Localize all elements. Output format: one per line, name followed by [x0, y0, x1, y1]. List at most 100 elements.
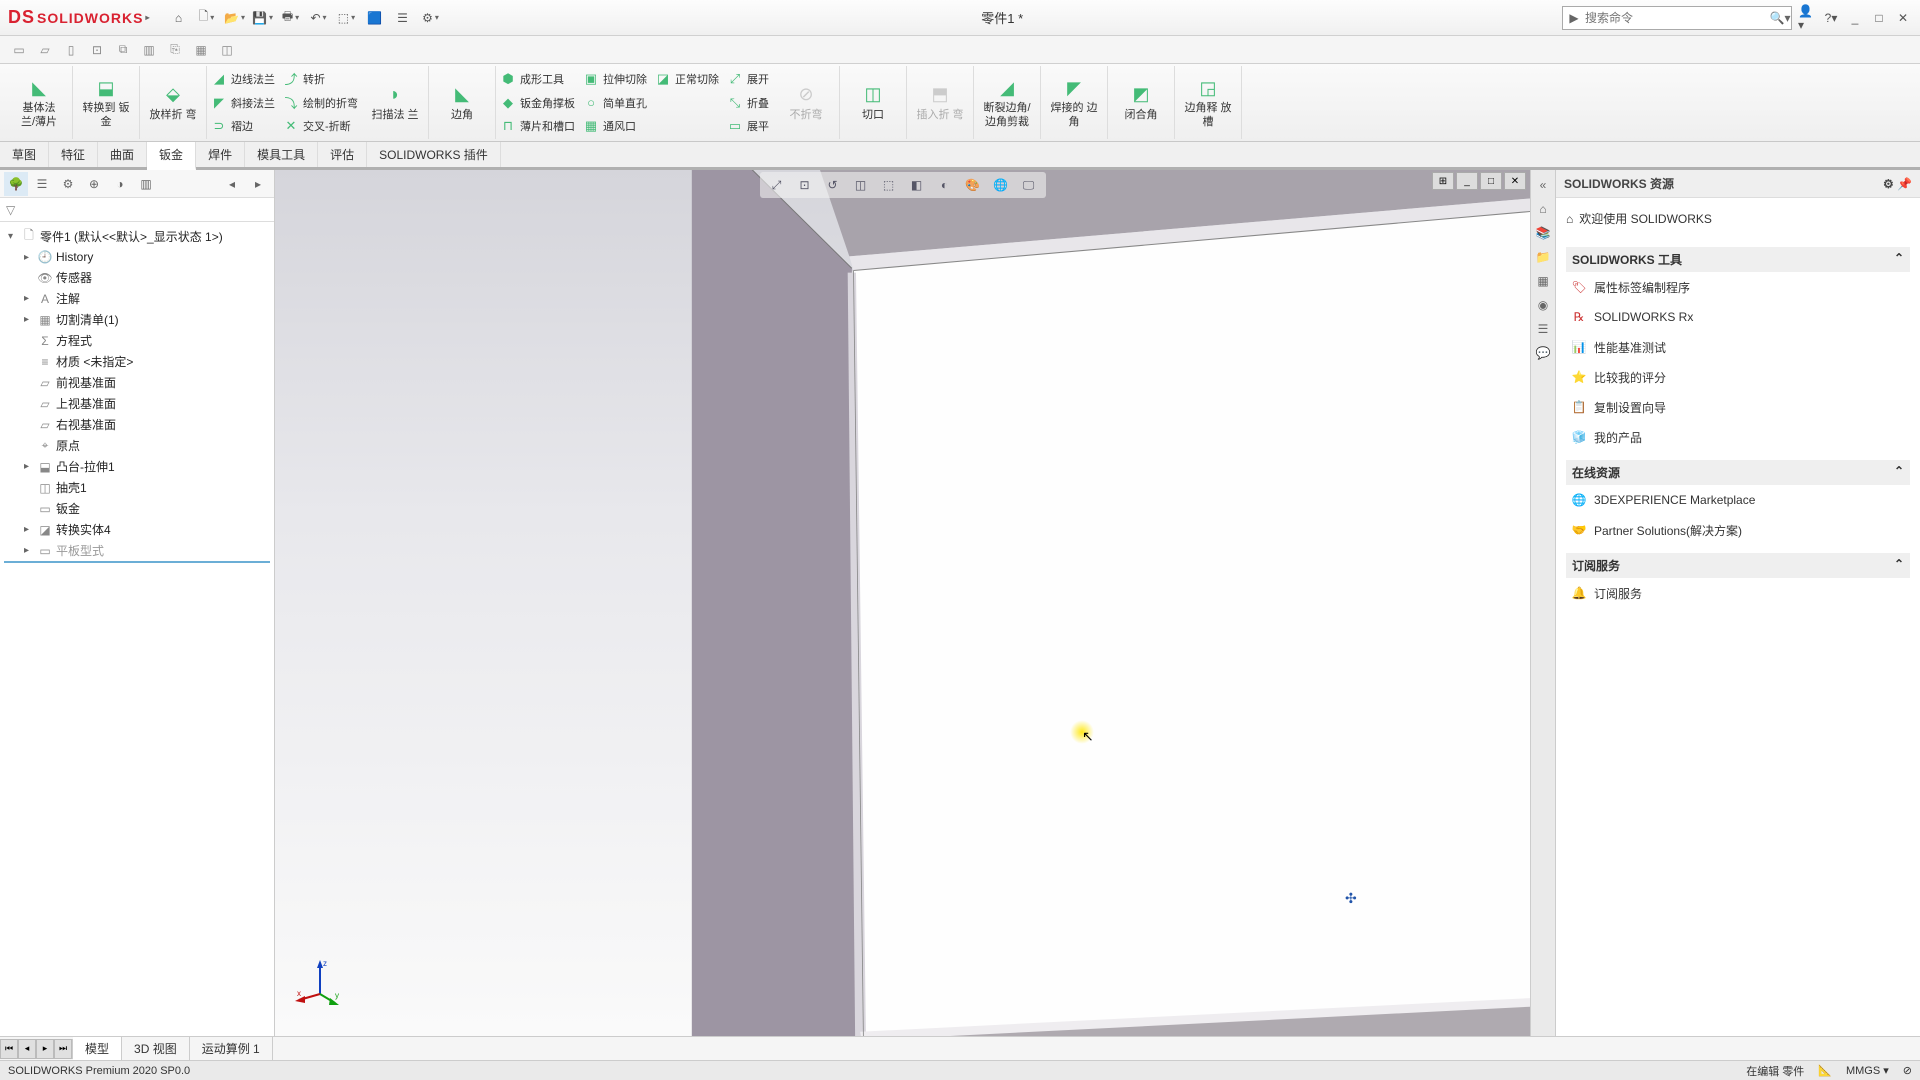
fm-next-icon[interactable]: ▸ — [246, 172, 270, 196]
tree-item-annotations[interactable]: ▸A注解 — [4, 288, 270, 309]
link-rx[interactable]: ℞SOLIDWORKS Rx — [1566, 302, 1910, 332]
tree-item-sensors[interactable]: 👁传感器 — [4, 267, 270, 288]
cross-break-button[interactable]: ✕交叉-折断 — [283, 115, 358, 137]
hem-button[interactable]: ⊃褶边 — [211, 115, 275, 137]
link-copy-settings[interactable]: 📋复制设置向导 — [1566, 392, 1910, 422]
user-icon[interactable]: 👤▾ — [1798, 9, 1816, 27]
link-subscription[interactable]: 🔔订阅服务 — [1566, 578, 1910, 608]
print-icon[interactable]: 🖶▾ — [278, 6, 302, 30]
view-orientation-icon[interactable]: ⬚ — [878, 174, 900, 196]
tree-item-extrude1[interactable]: ▸⬓凸台-拉伸1 — [4, 456, 270, 477]
zoom-area-icon[interactable]: ⊡ — [794, 174, 816, 196]
viewport-min-button[interactable]: _ — [1456, 172, 1478, 190]
minimize-button[interactable]: _ — [1846, 9, 1864, 27]
taskpane-gear-icon[interactable]: ⚙ — [1883, 177, 1894, 191]
save-icon[interactable]: 💾▾ — [250, 6, 274, 30]
normal-cut-button[interactable]: ◪正常切除 — [655, 68, 719, 90]
zoom-fit-icon[interactable]: ⤢ — [766, 174, 788, 196]
corner-relief-button[interactable]: ◲边角释 放槽 — [1181, 74, 1235, 130]
link-compare-score[interactable]: ⭐比较我的评分 — [1566, 362, 1910, 392]
bt-first-icon[interactable]: ⏮ — [0, 1039, 18, 1059]
apply-scene-icon[interactable]: 🌐 — [990, 174, 1012, 196]
display-style-icon[interactable]: ◧ — [906, 174, 928, 196]
tp-view-palette-icon[interactable]: ▦ — [1532, 270, 1554, 292]
hide-show-icon[interactable]: ◐ — [934, 174, 956, 196]
edge-flange-button[interactable]: ◢边线法兰 — [211, 68, 275, 90]
close-button[interactable]: ✕ — [1894, 9, 1912, 27]
tp-custom-props-icon[interactable]: ☰ — [1532, 318, 1554, 340]
tp-design-library-icon[interactable]: 📚 — [1532, 222, 1554, 244]
fm-tab-dimxpert-icon[interactable]: ⊕ — [82, 172, 106, 196]
tree-item-equations[interactable]: Σ方程式 — [4, 330, 270, 351]
search-icon[interactable]: 🔍▾ — [1769, 11, 1791, 25]
tab-addins[interactable]: SOLIDWORKS 插件 — [367, 142, 501, 167]
lofted-bend-button[interactable]: ⬙放样折 弯 — [146, 81, 200, 124]
forming-tool-button[interactable]: ⬢成形工具 — [500, 68, 575, 90]
fm-tab-more-icon[interactable]: ▥ — [134, 172, 158, 196]
link-benchmark[interactable]: 📊性能基准测试 — [1566, 332, 1910, 362]
tree-item-front-plane[interactable]: ▱前视基准面 — [4, 372, 270, 393]
fm-prev-icon[interactable]: ◂ — [220, 172, 244, 196]
section-view-icon[interactable]: ◫ — [850, 174, 872, 196]
q2-icon-9[interactable]: ◫ — [216, 39, 238, 61]
jog-button[interactable]: ⤴转折 — [283, 68, 358, 90]
q2-icon-3[interactable]: ▯ — [60, 39, 82, 61]
link-marketplace[interactable]: 🌐3DEXPERIENCE Marketplace — [1566, 485, 1910, 515]
tree-item-sheetmetal[interactable]: ▭钣金 — [4, 498, 270, 519]
help-icon[interactable]: ?▾ — [1822, 9, 1840, 27]
unfold-button[interactable]: ⤢展开 — [727, 68, 769, 90]
open-file-icon[interactable]: 📂▾ — [222, 6, 246, 30]
status-icon-end[interactable]: ⊘ — [1903, 1064, 1912, 1077]
tree-root[interactable]: ▾🗋零件1 (默认<<默认>_显示状态 1>) — [4, 226, 270, 247]
q2-icon-8[interactable]: ▦ — [190, 39, 212, 61]
fm-tab-tree-icon[interactable]: 🌳 — [4, 172, 28, 196]
q2-icon-1[interactable]: ▭ — [8, 39, 30, 61]
fm-tab-property-icon[interactable]: ☰ — [30, 172, 54, 196]
welded-corner-button[interactable]: ◤焊接的 边角 — [1047, 74, 1101, 130]
tab-sketch[interactable]: 草图 — [0, 142, 49, 167]
tab-surfaces[interactable]: 曲面 — [98, 142, 147, 167]
bottom-tab-motion[interactable]: 运动算例 1 — [190, 1037, 273, 1060]
bt-next-icon[interactable]: ▸ — [36, 1039, 54, 1059]
tp-home-icon[interactable]: ⌂ — [1532, 198, 1554, 220]
q2-icon-6[interactable]: ▥ — [138, 39, 160, 61]
tp-forum-icon[interactable]: 💬 — [1532, 342, 1554, 364]
viewport-split-icon[interactable]: ⊞ — [1432, 172, 1454, 190]
tree-item-convert-solid4[interactable]: ▸◪转换实体4 — [4, 519, 270, 540]
search-input[interactable] — [1585, 11, 1769, 25]
tab-features[interactable]: 特征 — [49, 142, 98, 167]
collapse-taskpane-icon[interactable]: « — [1532, 174, 1554, 196]
section-online[interactable]: 在线资源⌃ — [1566, 460, 1910, 485]
simple-hole-button[interactable]: ○简单直孔 — [583, 92, 647, 114]
tree-item-top-plane[interactable]: ▱上视基准面 — [4, 393, 270, 414]
rip-button[interactable]: ◫切口 — [846, 81, 900, 124]
bottom-tab-3dview[interactable]: 3D 视图 — [122, 1037, 190, 1060]
vent-button[interactable]: ▦通风口 — [583, 115, 647, 137]
options-list-icon[interactable]: ☰ — [390, 6, 414, 30]
q2-icon-2[interactable]: ▱ — [34, 39, 56, 61]
new-file-icon[interactable]: 🗋▾ — [194, 6, 218, 30]
fm-tab-display-icon[interactable]: ◑ — [108, 172, 132, 196]
fold-button[interactable]: ⤡折叠 — [727, 92, 769, 114]
maximize-button[interactable]: □ — [1870, 9, 1888, 27]
link-my-products[interactable]: 🧊我的产品 — [1566, 422, 1910, 452]
bt-prev-icon[interactable]: ◂ — [18, 1039, 36, 1059]
tab-sheetmetal[interactable]: 钣金 — [147, 142, 196, 170]
tree-item-shell1[interactable]: ◫抽壳1 — [4, 477, 270, 498]
select-icon[interactable]: ⬚▾ — [334, 6, 358, 30]
closed-corner-button[interactable]: ◩闭合角 — [1114, 81, 1168, 124]
bottom-tab-model[interactable]: 模型 — [73, 1037, 122, 1060]
q2-icon-4[interactable]: ⊡ — [86, 39, 108, 61]
viewport-close-button[interactable]: ✕ — [1504, 172, 1526, 190]
view-settings-icon[interactable]: 🖵 — [1018, 174, 1040, 196]
extruded-cut-button[interactable]: ▣拉伸切除 — [583, 68, 647, 90]
viewport-max-button[interactable]: □ — [1480, 172, 1502, 190]
fm-filter-bar[interactable]: ▽ — [0, 198, 274, 222]
gear-icon[interactable]: ⚙▾ — [418, 6, 442, 30]
section-subscription[interactable]: 订阅服务⌃ — [1566, 553, 1910, 578]
command-search[interactable]: ▶ 🔍▾ — [1562, 6, 1792, 30]
edit-appearance-icon[interactable]: 🎨 — [962, 174, 984, 196]
status-units[interactable]: MMGS ▾ — [1846, 1064, 1889, 1077]
previous-view-icon[interactable]: ↺ — [822, 174, 844, 196]
corner-button[interactable]: ◣边角 — [435, 81, 489, 124]
